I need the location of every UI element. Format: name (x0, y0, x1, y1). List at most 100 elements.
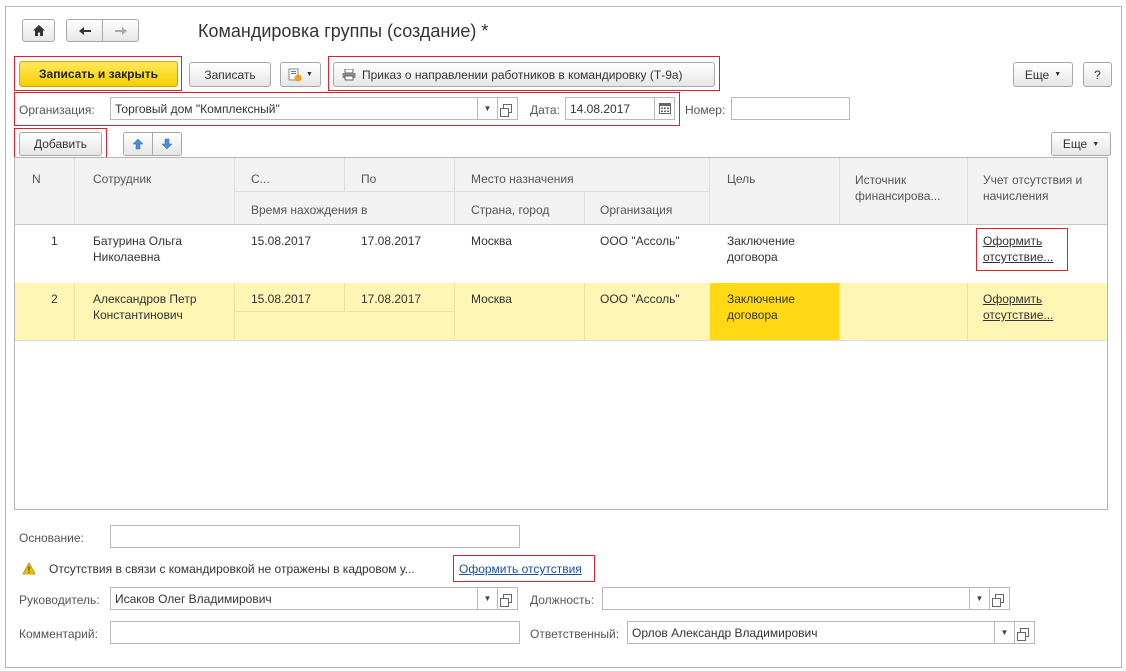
goal-line2: договора (727, 250, 778, 264)
col-stay-time[interactable]: Время нахождения в (251, 203, 367, 217)
chevron-down-icon: ▼ (1092, 140, 1100, 148)
comment-field[interactable] (110, 621, 520, 644)
print-order-label: Приказ о направлении работников в команд… (362, 67, 683, 82)
manager-open[interactable] (498, 587, 518, 610)
open-icon (500, 104, 512, 117)
home-button[interactable] (22, 19, 55, 42)
print-order-button[interactable]: Приказ о направлении работников в команд… (333, 62, 715, 87)
link-line2: отсутствие... (983, 250, 1054, 264)
calendar-icon (658, 103, 671, 114)
print-menu-button[interactable]: ▼ (280, 62, 321, 87)
basis-field[interactable] (110, 525, 520, 548)
row-goal: Заключение договора (727, 291, 795, 323)
organization-dropdown[interactable]: ▼ (478, 97, 498, 120)
position-open[interactable] (990, 587, 1010, 610)
chevron-down-icon: ▼ (483, 104, 492, 113)
chevron-down-icon: ▼ (483, 594, 492, 603)
help-button[interactable]: ? (1083, 62, 1112, 87)
link-line2: отсутствие... (983, 308, 1054, 322)
table-row[interactable]: 1 Батурина Ольга Николаевна 15.08.2017 1… (15, 225, 1107, 283)
window-title: Командировка группы (создание) * (198, 21, 489, 41)
col-absence-line2: начисления (983, 189, 1049, 203)
position-dropdown[interactable]: ▼ (970, 587, 990, 610)
number-field[interactable] (731, 97, 850, 120)
row-goal: Заключение договора (727, 233, 795, 265)
col-organization[interactable]: Организация (600, 203, 672, 217)
table-more-button[interactable]: Еще ▼ (1051, 132, 1111, 156)
row-org: ООО "Ассоль" (600, 292, 680, 306)
calendar-button[interactable] (655, 97, 675, 120)
row-org: ООО "Ассоль" (600, 234, 680, 248)
goal-line1: Заключение (727, 234, 795, 248)
forward-button[interactable] (102, 19, 139, 42)
save-and-close-button[interactable]: Записать и закрыть (19, 61, 178, 87)
row-employee: Батурина Ольга Николаевна (93, 233, 182, 265)
col-funding[interactable]: Источник финансирова... (855, 172, 940, 204)
open-icon (992, 594, 1004, 607)
organization-label: Организация: (19, 103, 95, 117)
save-button[interactable]: Записать (189, 62, 271, 87)
employee-line1: Батурина Ольга (93, 234, 183, 248)
manager-label: Руководитель: (19, 593, 100, 607)
number-label: Номер: (685, 103, 726, 117)
row-city: Москва (471, 234, 512, 248)
col-from[interactable]: С... (251, 172, 270, 186)
row-absence-link[interactable]: Оформить отсутствие... (983, 291, 1053, 323)
row-absence-link[interactable]: Оформить отсутствие... (983, 233, 1053, 265)
row-from: 15.08.2017 (251, 292, 312, 306)
responsible-dropdown[interactable]: ▼ (995, 621, 1015, 644)
add-button[interactable]: Добавить (19, 132, 102, 156)
col-n[interactable]: N (32, 172, 41, 186)
col-employee[interactable]: Сотрудник (93, 172, 151, 186)
move-down-button[interactable] (152, 132, 182, 156)
move-up-button[interactable] (123, 132, 153, 156)
col-goal[interactable]: Цель (727, 172, 755, 186)
manager-field[interactable]: Исаков Олег Владимирович (110, 587, 478, 610)
home-icon (32, 25, 45, 36)
goal-line1: Заключение (727, 292, 795, 306)
col-destination[interactable]: Место назначения (471, 172, 574, 186)
link-line1: Оформить (983, 234, 1043, 248)
row-from: 15.08.2017 (251, 234, 312, 248)
open-icon (500, 594, 512, 607)
col-to[interactable]: По (361, 172, 376, 186)
col-funding-line2: финансирова... (855, 189, 941, 203)
chevron-down-icon: ▼ (1054, 71, 1062, 78)
row-n: 1 (51, 234, 58, 248)
table-more-label: Еще (1062, 137, 1088, 151)
comment-label: Комментарий: (19, 627, 98, 641)
employee-line1: Александров Петр (93, 292, 197, 306)
goal-line2: договора (727, 308, 778, 322)
employee-line2: Николаевна (93, 250, 161, 264)
document-print-icon (288, 68, 302, 81)
back-button[interactable] (66, 19, 103, 42)
organization-field[interactable]: Торговый дом "Комплексный" (110, 97, 478, 120)
col-absence[interactable]: Учет отсутствия и начисления (983, 172, 1082, 204)
responsible-field[interactable]: Орлов Александр Владимирович (627, 621, 995, 644)
position-field[interactable] (602, 587, 970, 610)
col-country-city[interactable]: Страна, город (471, 203, 549, 217)
chevron-down-icon: ▼ (975, 594, 984, 603)
employees-table: N Сотрудник С... По Время нахождения в М… (14, 157, 1108, 510)
date-label: Дата: (530, 103, 560, 117)
position-label: Должность: (530, 593, 595, 607)
col-absence-line1: Учет отсутствия и (983, 173, 1083, 187)
row-to: 17.08.2017 (361, 292, 422, 306)
basis-label: Основание: (19, 531, 84, 545)
more-label: Еще (1024, 67, 1050, 82)
arrow-up-icon (132, 138, 144, 150)
organization-open[interactable] (498, 97, 518, 120)
table-row-selected[interactable]: 2 Александров Петр Константинович 15.08.… (15, 283, 1107, 340)
printer-icon (342, 68, 356, 80)
more-button[interactable]: Еще ▼ (1013, 62, 1073, 87)
date-field[interactable]: 14.08.2017 (565, 97, 655, 120)
manager-dropdown[interactable]: ▼ (478, 587, 498, 610)
arrow-right-icon (114, 26, 127, 35)
create-absences-link[interactable]: Оформить отсутствия (459, 562, 582, 576)
warning-icon (22, 562, 36, 575)
arrow-down-icon (161, 138, 173, 150)
responsible-open[interactable] (1015, 621, 1035, 644)
row-to: 17.08.2017 (361, 234, 422, 248)
chevron-down-icon: ▼ (1000, 628, 1009, 637)
arrow-left-icon (78, 26, 91, 35)
